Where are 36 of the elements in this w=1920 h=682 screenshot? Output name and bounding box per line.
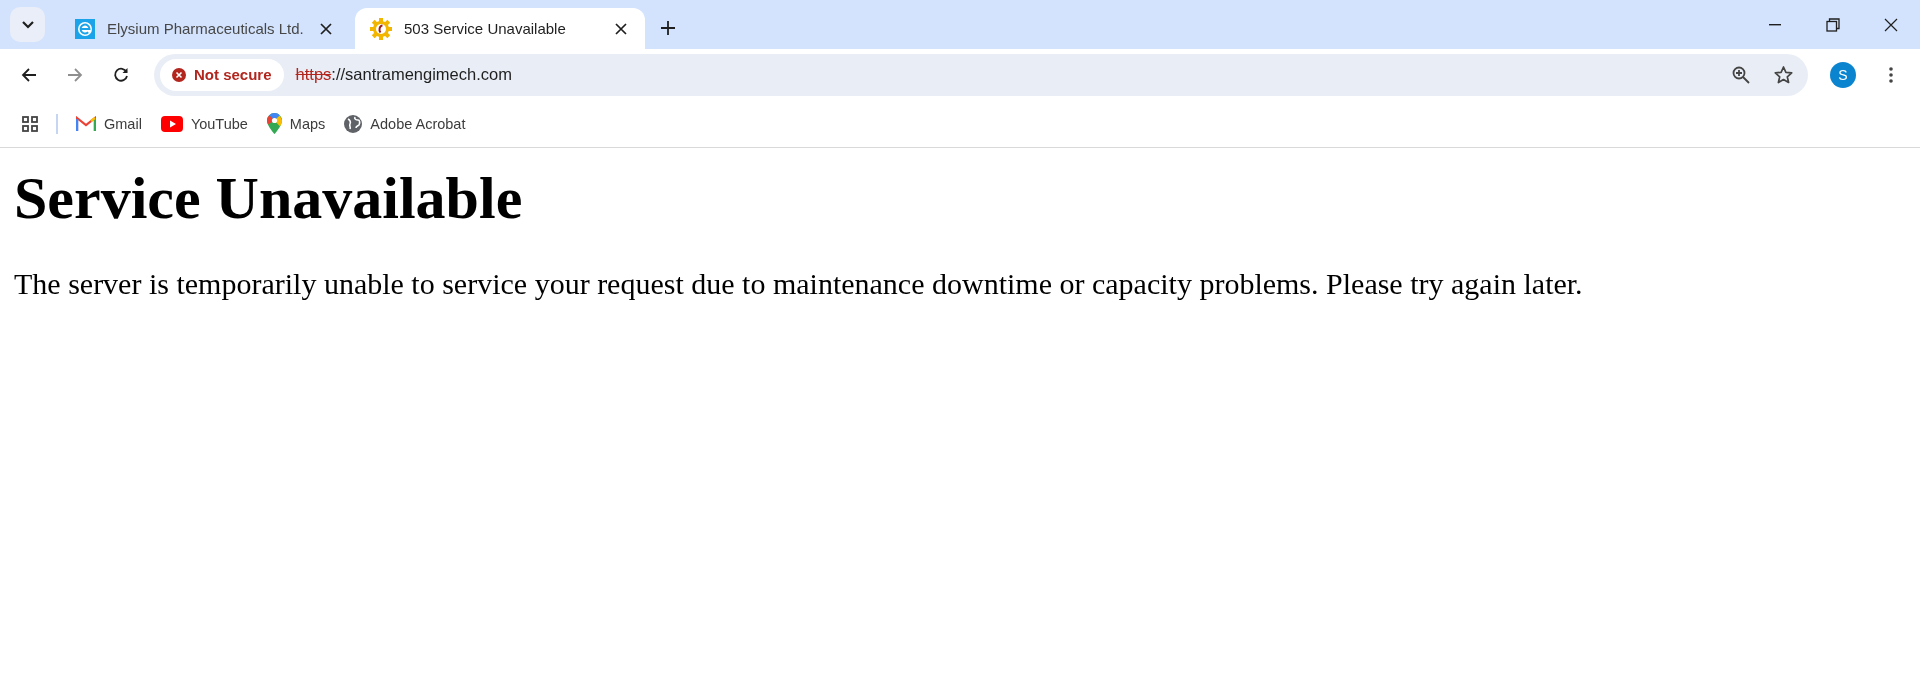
bookmark-item[interactable]: YouTube bbox=[156, 109, 257, 138]
tab-search-button[interactable] bbox=[10, 7, 45, 42]
url-text: https://santramengimech.com bbox=[295, 65, 513, 84]
gear-icon bbox=[370, 17, 392, 40]
plus-icon bbox=[661, 21, 675, 35]
error-icon bbox=[172, 67, 186, 82]
profile-avatar[interactable]: S bbox=[1830, 61, 1856, 88]
security-chip[interactable]: Not secure bbox=[160, 58, 284, 91]
back-arrow-icon bbox=[21, 66, 37, 83]
restore-icon bbox=[1826, 17, 1840, 32]
forward-arrow-icon bbox=[67, 66, 83, 83]
reload-icon bbox=[113, 66, 129, 83]
browser-tab[interactable]: Elysium Pharmaceuticals Ltd. bbox=[60, 8, 350, 49]
address-bar[interactable]: Not secure https://santramengimech.com bbox=[154, 53, 1808, 96]
minimize-icon bbox=[1769, 23, 1781, 26]
browser-tab[interactable]: 503 Service Unavailable bbox=[355, 8, 645, 49]
tab-title: 503 Service Unavailable bbox=[404, 20, 567, 37]
e-logo-icon bbox=[75, 18, 95, 39]
bookmark-item[interactable]: Maps bbox=[262, 109, 335, 138]
close-icon bbox=[615, 22, 627, 35]
page-heading: Service Unavailable bbox=[14, 164, 524, 233]
map-pin-icon bbox=[266, 113, 282, 134]
star-icon bbox=[1773, 65, 1793, 84]
bookmark-item[interactable]: Gmail bbox=[72, 109, 151, 138]
error-message: The server is temporarily unable to service your request due to maintenance downtime or capacity problems. Please try again later. bbox=[14, 267, 1584, 301]
close-icon bbox=[1884, 17, 1898, 32]
envelope-m-icon bbox=[76, 116, 96, 131]
bookmark-item[interactable]: Adobe Acrobat bbox=[340, 109, 475, 138]
close-icon bbox=[320, 22, 332, 35]
apps-grid-icon bbox=[22, 115, 38, 132]
play-icon bbox=[160, 115, 183, 132]
menu-icon bbox=[1889, 66, 1893, 83]
chevron-down-icon bbox=[21, 20, 34, 29]
tab-title: Elysium Pharmaceuticals Ltd. bbox=[107, 20, 304, 37]
globe-icon bbox=[344, 114, 363, 133]
zoom-in-icon bbox=[1732, 65, 1750, 84]
